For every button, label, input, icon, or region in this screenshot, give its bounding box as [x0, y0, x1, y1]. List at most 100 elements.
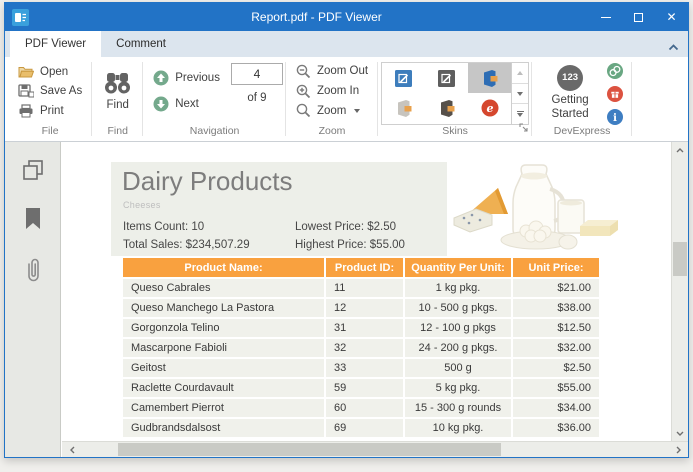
document-area: Dairy Products Cheeses Items Count: 10 L… [5, 142, 688, 457]
save-as-button[interactable]: Save As [11, 83, 89, 99]
devexpress-links: i [605, 61, 629, 125]
vertical-scroll-thumb[interactable] [673, 242, 687, 276]
table-row: Geitost 33 500 g $2.50 [123, 359, 599, 377]
open-label: Open [40, 65, 69, 78]
previous-page-button[interactable]: Previous [146, 69, 227, 87]
cell-product-id: 12 [326, 299, 403, 317]
visual-studio-blue-skin-icon[interactable] [382, 63, 425, 93]
gallery-scroll-up-button[interactable] [512, 63, 529, 84]
find-button[interactable]: Find [95, 57, 140, 125]
visual-studio-dark-skin-icon[interactable] [425, 63, 468, 93]
cell-unit-price: $2.50 [513, 359, 599, 377]
chevron-left-icon [69, 446, 74, 453]
find-label: Find [106, 99, 129, 111]
zoom-icon [296, 103, 311, 118]
ribbon-group-zoom: Zoom Out Zoom In Zoom Zoom [286, 57, 379, 141]
zoom-in-label: Zoom In [316, 85, 360, 97]
page-thumbnails-icon[interactable] [21, 158, 45, 182]
skins-dialog-launcher-button[interactable] [519, 119, 528, 137]
tab-comment[interactable]: Comment [101, 31, 181, 57]
save-as-label: Save As [40, 85, 83, 97]
collapse-ribbon-button[interactable] [668, 38, 679, 56]
arrow-down-circle-icon [153, 96, 169, 112]
scroll-left-button[interactable] [64, 442, 80, 457]
next-page-button[interactable]: Next [146, 95, 227, 113]
cell-product-name: Raclette Courdavault [123, 379, 324, 397]
zoom-out-button[interactable]: Zoom Out [289, 63, 375, 80]
dropdown-bar-icon [516, 111, 524, 113]
chevron-up-icon [668, 44, 679, 51]
chevron-up-icon [676, 147, 684, 152]
col-header-product-id: Product ID: [326, 258, 403, 277]
tab-pdf-viewer[interactable]: PDF Viewer [10, 31, 102, 57]
cell-unit-price: $36.00 [513, 419, 599, 437]
scroll-up-button[interactable] [672, 142, 688, 158]
cell-product-id: 32 [326, 339, 403, 357]
cell-quantity: 5 kg pkg. [405, 379, 511, 397]
triangle-up-icon [517, 70, 524, 75]
zoom-menu-button[interactable]: Zoom [289, 102, 375, 119]
gallery-scroll-down-button[interactable] [512, 84, 529, 105]
zoom-menu-label: Zoom [316, 104, 347, 117]
report-title: Dairy Products [122, 166, 293, 196]
bookmarks-icon[interactable] [23, 207, 43, 231]
svg-text:e: e [486, 102, 493, 115]
ribbon-group-navigation: Previous Next of 9 Navigation [143, 57, 286, 141]
office-light-skin-icon[interactable] [382, 93, 425, 123]
support-center-icon[interactable] [607, 63, 624, 79]
devexpress-group-label: DevExpress [553, 125, 611, 137]
close-button[interactable]: ✕ [655, 3, 688, 31]
save-as-icon [18, 84, 34, 98]
navigation-pane [5, 142, 61, 457]
print-button[interactable]: Print [11, 103, 89, 119]
horizontal-scroll-thumb[interactable] [118, 443, 501, 456]
minimize-button[interactable] [589, 3, 622, 31]
cell-product-id: 11 [326, 279, 403, 297]
cell-quantity: 500 g [405, 359, 511, 377]
scroll-right-button[interactable] [670, 442, 686, 457]
col-header-product-name: Product Name: [123, 258, 324, 277]
cell-unit-price: $32.00 [513, 339, 599, 357]
close-icon: ✕ [666, 10, 677, 24]
maximize-icon [634, 12, 643, 22]
zoom-in-button[interactable]: Zoom In [289, 83, 375, 100]
cell-product-id: 59 [326, 379, 403, 397]
skins-gallery-scrollbar [512, 62, 530, 125]
pdf-page: Dairy Products Cheeses Items Count: 10 L… [62, 142, 671, 441]
table-row: Raclette Courdavault 59 5 kg pkg. $55.00 [123, 379, 599, 397]
cell-quantity: 10 kg pkg. [405, 419, 511, 437]
horizontal-scrollbar[interactable] [62, 441, 688, 457]
window-controls: ✕ [589, 3, 688, 31]
cell-product-id: 69 [326, 419, 403, 437]
cell-product-name: Geitost [123, 359, 324, 377]
triangle-down-icon [517, 91, 524, 96]
svg-text:i: i [613, 112, 617, 124]
office-colorful-skin-icon[interactable] [468, 63, 512, 93]
getting-started-button[interactable]: 123 Getting Started [535, 61, 605, 125]
scroll-down-button[interactable] [672, 425, 688, 441]
attachments-icon[interactable] [23, 256, 43, 284]
col-header-unit-price: Unit Price: [513, 258, 599, 277]
open-button[interactable]: Open [11, 64, 89, 80]
stat-total-sales: Total Sales: $234,507.29 [123, 239, 250, 251]
cell-unit-price: $21.00 [513, 279, 599, 297]
getting-started-label: Getting Started [551, 93, 589, 120]
cell-quantity: 10 - 500 g pkgs. [405, 299, 511, 317]
maximize-button[interactable] [622, 3, 655, 31]
cell-product-name: Mascarpone Fabioli [123, 339, 324, 357]
cell-product-name: Gudbrandsdalsost [123, 419, 324, 437]
vertical-scrollbar[interactable] [671, 142, 688, 441]
cell-product-id: 31 [326, 319, 403, 337]
print-icon [19, 103, 33, 117]
cell-quantity: 24 - 200 g pkgs. [405, 339, 511, 357]
arrow-up-circle-icon [153, 70, 169, 86]
cell-quantity: 12 - 100 g pkgs [405, 319, 511, 337]
whats-new-icon[interactable] [607, 86, 624, 102]
office-dark-skin-icon[interactable] [425, 93, 468, 123]
products-table: Product Name: Product ID: Quantity Per U… [121, 256, 601, 439]
info-icon[interactable]: i [607, 109, 624, 125]
pdf-viewer-window: Report.pdf - PDF Viewer ✕ PDF Viewer Com… [4, 2, 689, 458]
page-number-input[interactable] [230, 63, 283, 85]
devexpress-style-skin-icon[interactable]: e [468, 93, 511, 123]
cell-product-name: Queso Manchego La Pastora [123, 299, 324, 317]
